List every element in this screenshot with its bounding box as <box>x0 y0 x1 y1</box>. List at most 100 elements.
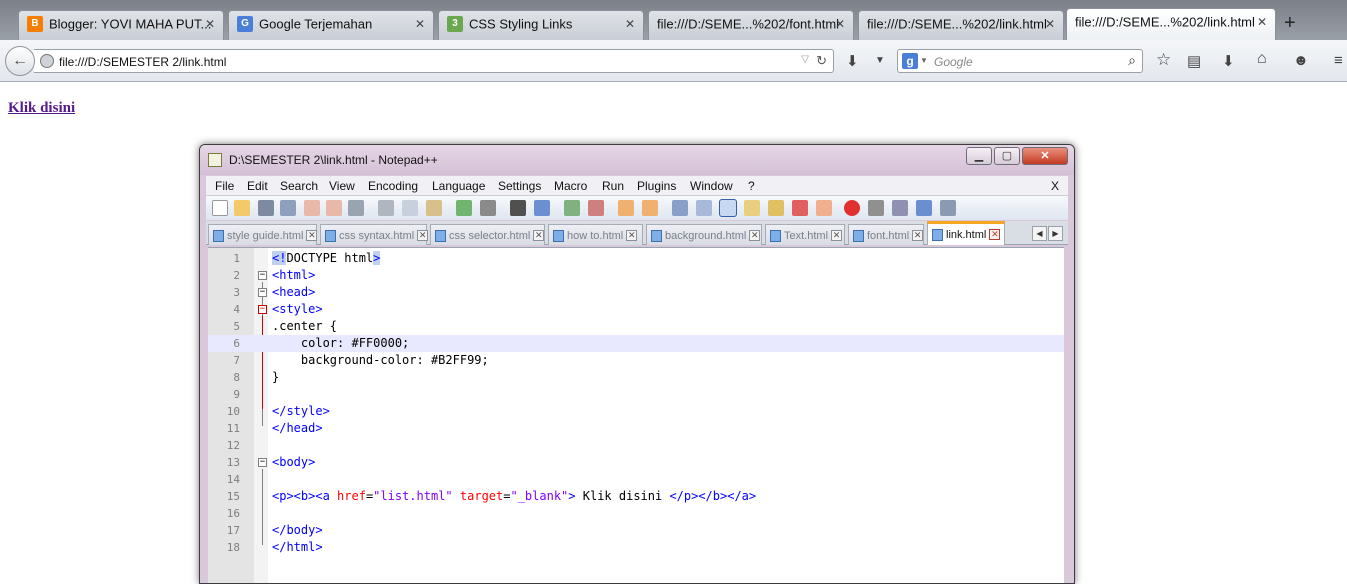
close-tab-icon[interactable]: ✕ <box>533 230 545 242</box>
record-macro-icon[interactable] <box>844 200 860 216</box>
folder-workspace-icon[interactable] <box>816 200 832 216</box>
file-tab-background[interactable]: background.html ✕ <box>646 224 762 245</box>
close-tab-icon[interactable]: ✕ <box>912 230 924 242</box>
lang-format-icon[interactable] <box>744 200 760 216</box>
google-icon[interactable]: g <box>902 53 918 69</box>
find-icon[interactable] <box>510 200 526 216</box>
file-tab-css-selector[interactable]: css selector.html ✕ <box>430 224 545 245</box>
file-tab-link-active[interactable]: link.html ✕ <box>927 221 1005 245</box>
stop-record-icon[interactable] <box>868 200 884 216</box>
home-icon[interactable]: ⌂ <box>1257 50 1267 68</box>
close-tab-icon[interactable]: ✕ <box>989 229 1001 241</box>
zoom-out-icon[interactable] <box>588 200 604 216</box>
search-bar[interactable]: g ▼ Google ⌕ <box>897 49 1143 73</box>
cut-icon[interactable] <box>378 200 394 216</box>
menu-settings[interactable]: Settings <box>498 179 541 193</box>
close-icon[interactable]: ✕ <box>625 17 635 31</box>
browser-tab[interactable]: file:///D:/SEME...%202/link.html ✕ <box>858 10 1064 40</box>
indent-guide-icon[interactable] <box>719 199 737 217</box>
redo-icon[interactable] <box>480 200 496 216</box>
menu-macro[interactable]: Macro <box>554 179 587 193</box>
sync-horizontal-icon[interactable] <box>642 200 658 216</box>
menu-view[interactable]: View <box>329 179 355 193</box>
play-macro-icon[interactable] <box>892 200 908 216</box>
fold-collapse-icon[interactable]: − <box>258 271 267 280</box>
menu-close-doc[interactable]: X <box>1051 179 1059 193</box>
menu-file[interactable]: File <box>215 179 234 193</box>
function-list-icon[interactable] <box>768 200 784 216</box>
new-tab-button[interactable]: + <box>1284 12 1296 35</box>
engine-dropdown-icon[interactable]: ▼ <box>920 56 928 65</box>
file-tab-css-syntax[interactable]: css syntax.html ✕ <box>320 224 429 245</box>
zoom-in-icon[interactable] <box>564 200 580 216</box>
bookmark-star-icon[interactable]: ☆ <box>1156 50 1171 70</box>
reload-icon[interactable]: ↻ <box>816 53 827 69</box>
menu-window[interactable]: Window <box>690 179 733 193</box>
paste-icon[interactable] <box>426 200 442 216</box>
browser-tab-active[interactable]: file:///D:/SEME...%202/link.html ✕ <box>1066 8 1276 40</box>
browser-tab[interactable]: 3 CSS Styling Links ✕ <box>438 10 644 40</box>
minimize-button[interactable]: ▁ <box>966 147 992 165</box>
history-dropdown-icon[interactable]: ▽ <box>801 54 809 65</box>
undo-icon[interactable] <box>456 200 472 216</box>
browser-tab[interactable]: B Blogger: YOVI MAHA PUT... ✕ <box>18 10 224 40</box>
save-icon[interactable] <box>258 200 274 216</box>
copy-icon[interactable] <box>402 200 418 216</box>
menu-icon[interactable]: ≡ <box>1334 52 1343 69</box>
close-tab-icon[interactable]: ✕ <box>749 230 761 242</box>
fold-collapse-icon[interactable]: − <box>258 288 267 297</box>
close-tab-icon[interactable]: ✕ <box>306 230 318 242</box>
downloads-icon[interactable]: ⬇ <box>1222 52 1235 70</box>
file-tab-how-to[interactable]: how to.html ✕ <box>548 224 643 245</box>
menu-run[interactable]: Run <box>602 179 624 193</box>
code-editor[interactable]: 1 <!DOCTYPE html> 2 − <html> 3 − <head> … <box>208 247 1064 583</box>
close-tab-icon[interactable]: ✕ <box>417 230 429 242</box>
word-wrap-icon[interactable] <box>672 200 688 216</box>
run-macro-multiple-icon[interactable] <box>916 200 932 216</box>
doc-map-icon[interactable] <box>792 200 808 216</box>
menu-search[interactable]: Search <box>280 179 318 193</box>
search-icon[interactable]: ⌕ <box>1128 52 1136 69</box>
fold-collapse-icon[interactable]: − <box>258 458 267 467</box>
save-all-icon[interactable] <box>280 200 296 216</box>
replace-icon[interactable] <box>534 200 550 216</box>
maximize-button[interactable]: ▢ <box>994 147 1020 165</box>
chat-icon[interactable]: ☻ <box>1293 52 1309 69</box>
back-button[interactable]: ← <box>5 46 35 76</box>
file-tab-font[interactable]: font.html ✕ <box>848 224 924 245</box>
close-icon[interactable]: ✕ <box>205 17 215 31</box>
npp-title-bar[interactable]: D:\SEMESTER 2\link.html - Notepad++ ▁ ▢ … <box>200 145 1074 175</box>
menu-plugins[interactable]: Plugins <box>637 179 676 193</box>
new-file-icon[interactable] <box>212 200 228 216</box>
sync-vertical-icon[interactable] <box>618 200 634 216</box>
close-file-icon[interactable] <box>304 200 320 216</box>
save-macro-icon[interactable] <box>940 200 956 216</box>
close-tab-icon[interactable]: ✕ <box>626 230 638 242</box>
url-text[interactable]: file:///D:/SEMESTER 2/link.html <box>59 55 226 69</box>
klik-disini-link[interactable]: Klik disini <box>8 100 75 117</box>
close-icon[interactable]: ✕ <box>1045 17 1055 31</box>
menu-help[interactable]: ? <box>748 179 755 193</box>
url-bar[interactable]: file:///D:/SEMESTER 2/link.html ▽ ↻ <box>34 49 834 73</box>
browser-tab[interactable]: file:///D:/SEME...%202/font.html ✕ <box>648 10 854 40</box>
close-button[interactable]: ✕ <box>1022 147 1068 165</box>
close-all-icon[interactable] <box>326 200 342 216</box>
file-tab-text[interactable]: Text.html ✕ <box>765 224 845 245</box>
file-tab-style-guide[interactable]: style guide.html ✕ <box>208 224 318 245</box>
close-icon[interactable]: ✕ <box>415 17 425 31</box>
tab-scroll-left-icon[interactable]: ◀ <box>1032 226 1047 241</box>
bookmarks-list-icon[interactable]: ▤ <box>1187 52 1201 70</box>
open-file-icon[interactable] <box>234 200 250 216</box>
menu-edit[interactable]: Edit <box>247 179 268 193</box>
show-all-chars-icon[interactable] <box>696 200 712 216</box>
fold-collapse-icon[interactable]: − <box>258 305 267 314</box>
menu-language[interactable]: Language <box>432 179 485 193</box>
print-icon[interactable] <box>348 200 364 216</box>
tab-scroll-right-icon[interactable]: ▶ <box>1048 226 1063 241</box>
close-icon[interactable]: ✕ <box>835 17 845 31</box>
close-icon[interactable]: ✕ <box>1257 15 1267 29</box>
browser-tab[interactable]: G Google Terjemahan ✕ <box>228 10 434 40</box>
download-icon[interactable]: ⬇ <box>846 52 859 70</box>
menu-encoding[interactable]: Encoding <box>368 179 418 193</box>
close-tab-icon[interactable]: ✕ <box>831 230 843 242</box>
